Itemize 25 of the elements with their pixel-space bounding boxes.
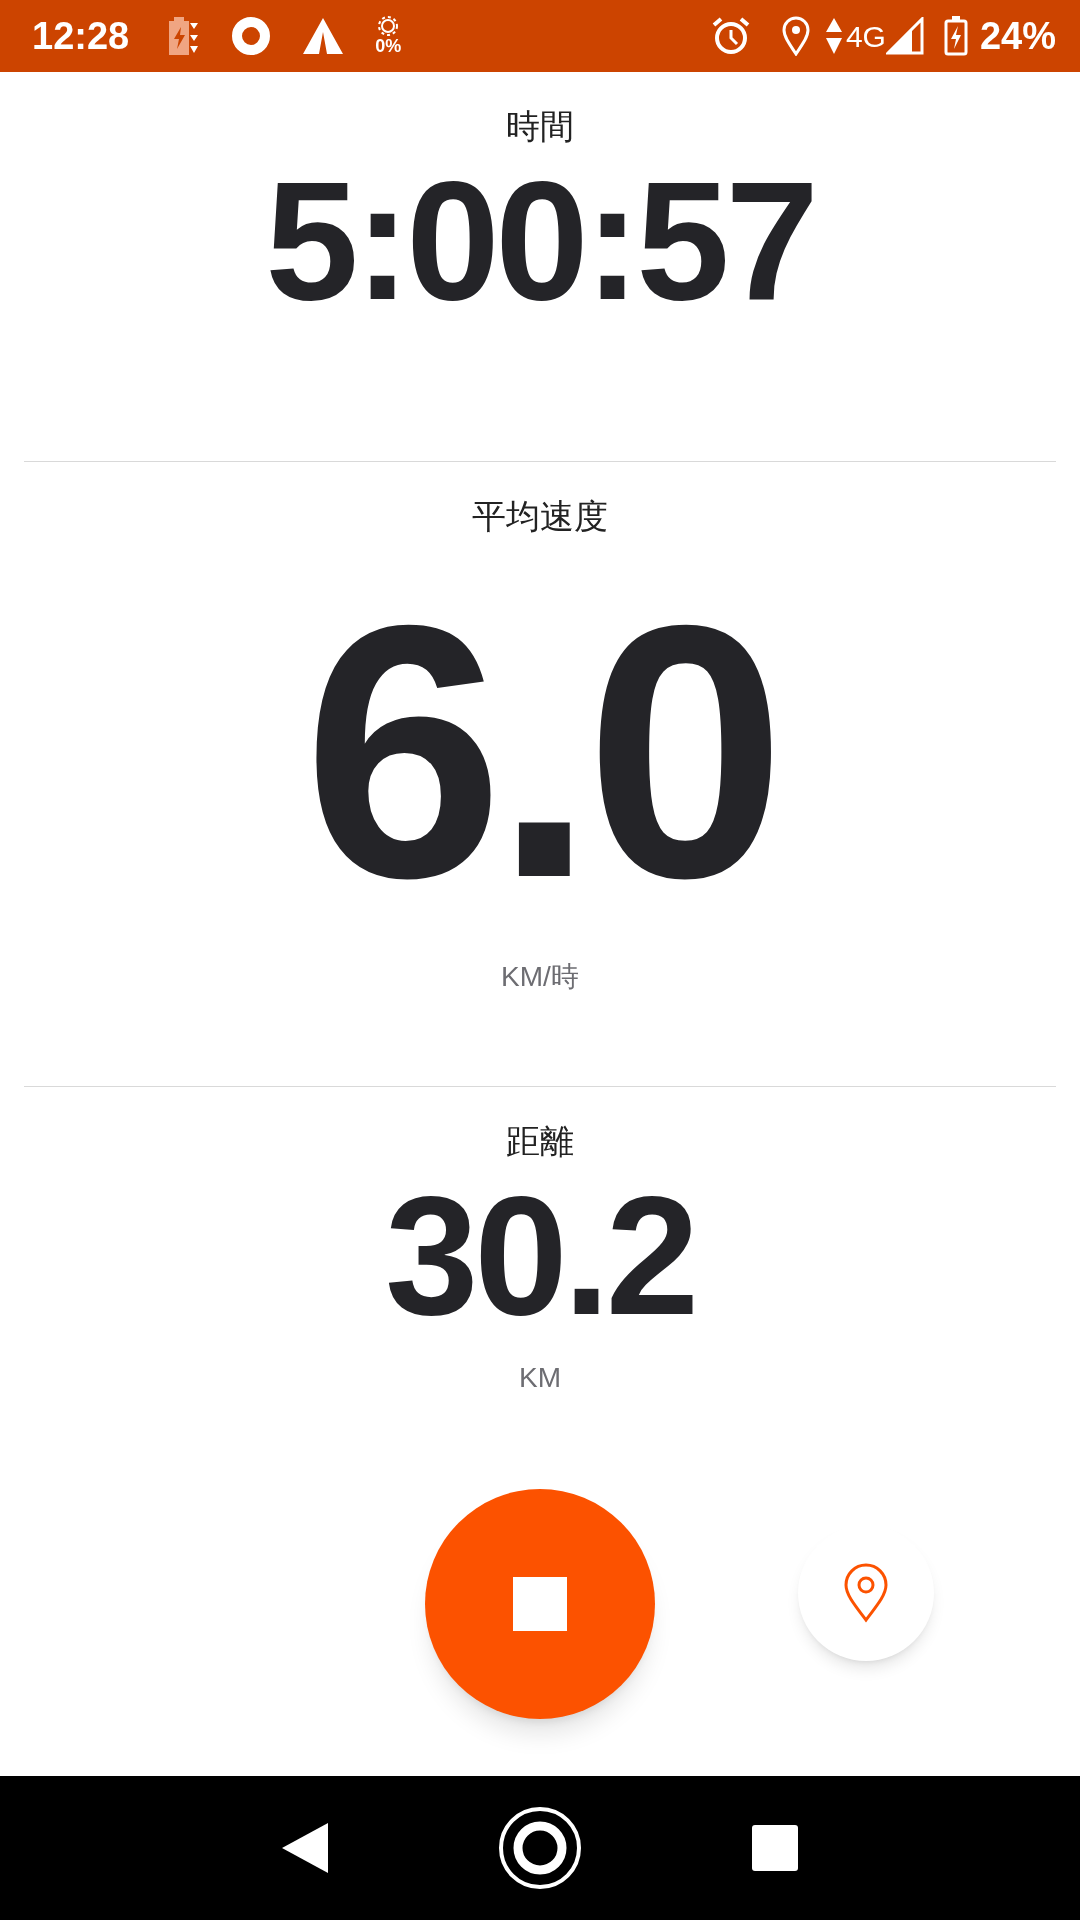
- triangle-icon: [303, 18, 344, 54]
- sun-icon: [378, 16, 399, 36]
- location-pin-icon: [843, 1563, 889, 1623]
- alarm-clock-icon: [711, 17, 750, 55]
- clock-time: 12:28: [32, 13, 130, 59]
- brightness-text: 0%: [375, 36, 402, 56]
- metric-value: 6.0: [303, 586, 777, 916]
- home-icon[interactable]: [498, 1806, 582, 1890]
- metric-label: 平均速度: [472, 496, 608, 537]
- metric-label: 距離: [506, 1121, 574, 1162]
- ring-icon: [231, 16, 272, 56]
- metric-label: 時間: [506, 106, 574, 147]
- network-type: 4G: [845, 18, 886, 55]
- data-arrows-icon: [825, 18, 842, 54]
- metric-value: 5:00:57: [265, 156, 815, 326]
- stop-icon: [513, 1577, 567, 1631]
- battery-charging-icon: [943, 16, 968, 56]
- metric-unit: KM: [519, 1361, 561, 1395]
- metric-unit: KM/時: [501, 960, 579, 994]
- back-icon[interactable]: [282, 1823, 328, 1873]
- location-pin-icon: [781, 16, 810, 56]
- battery-saver-icon: [169, 17, 200, 55]
- metric-value: 30.2: [384, 1171, 696, 1341]
- signal-icon: [885, 17, 924, 55]
- battery-percent: 24%: [979, 13, 1056, 59]
